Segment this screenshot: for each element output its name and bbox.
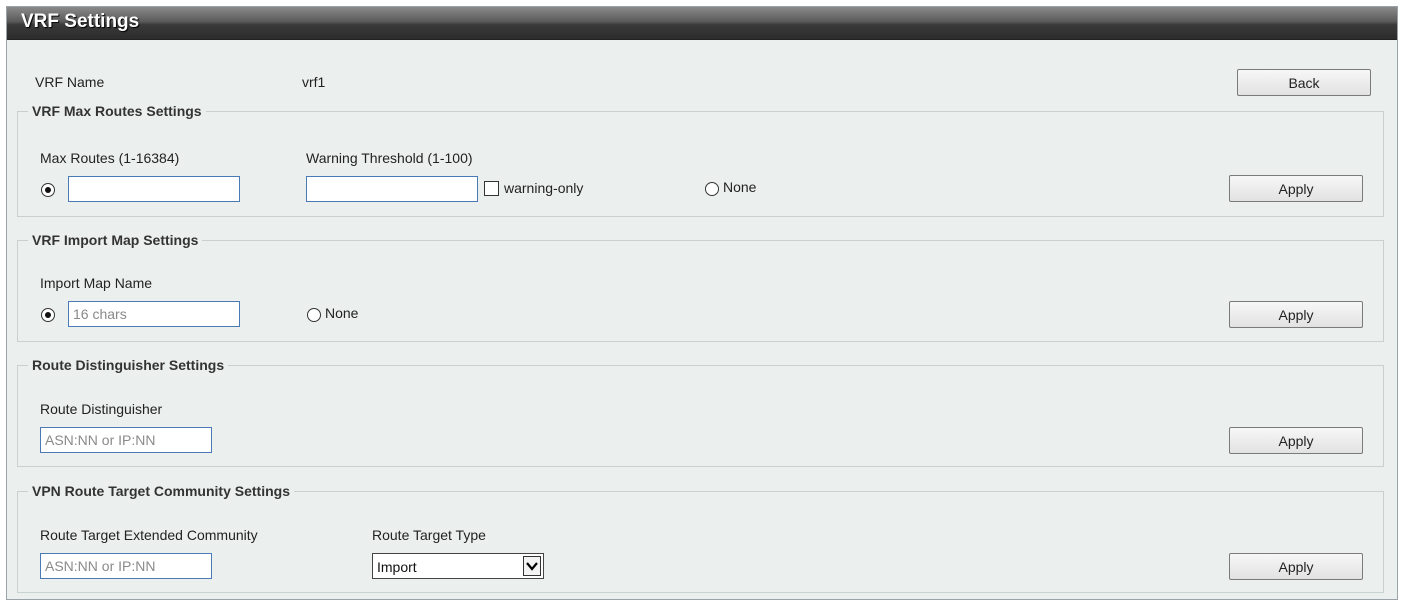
title-bar: VRF Settings — [7, 7, 1397, 40]
warning-threshold-label: Warning Threshold (1-100) — [306, 150, 473, 166]
import-map-name-input[interactable] — [68, 301, 240, 327]
max-routes-none-radio[interactable] — [705, 182, 719, 196]
import-map-legend: VRF Import Map Settings — [32, 232, 199, 248]
route-distinguisher-apply-button[interactable]: Apply — [1229, 427, 1363, 454]
page-title: VRF Settings — [21, 11, 140, 32]
max-routes-legend: VRF Max Routes Settings — [32, 103, 202, 119]
route-target-type-value: Import — [377, 559, 417, 575]
route-target-type-label: Route Target Type — [372, 527, 486, 543]
import-map-name-radio[interactable] — [41, 308, 55, 322]
back-button[interactable]: Back — [1237, 69, 1371, 96]
max-routes-none-label: None — [723, 179, 757, 195]
route-distinguisher-input[interactable] — [40, 427, 212, 453]
import-map-none-radio[interactable] — [307, 308, 321, 322]
warning-threshold-input[interactable] — [306, 176, 478, 202]
route-target-community-label: Route Target Extended Community — [40, 527, 258, 543]
max-routes-radio[interactable] — [41, 183, 55, 197]
route-distinguisher-legend: Route Distinguisher Settings — [32, 357, 225, 373]
import-map-none-label: None — [325, 305, 359, 321]
warning-only-checkbox[interactable] — [484, 181, 499, 196]
route-target-community-input[interactable] — [40, 553, 212, 579]
warning-only-label: warning-only — [504, 180, 584, 196]
route-target-legend: VPN Route Target Community Settings — [32, 483, 290, 499]
chevron-down-icon[interactable] — [523, 556, 541, 576]
max-routes-input[interactable] — [68, 176, 240, 202]
route-target-apply-button[interactable]: Apply — [1229, 553, 1363, 580]
max-routes-label: Max Routes (1-16384) — [40, 150, 180, 166]
import-map-apply-button[interactable]: Apply — [1229, 301, 1363, 328]
route-distinguisher-group: Route Distinguisher Settings — [17, 357, 1384, 467]
vrf-name-value: vrf1 — [302, 74, 326, 90]
route-target-type-select[interactable]: Import — [372, 553, 544, 579]
import-map-name-label: Import Map Name — [40, 275, 153, 291]
vrf-name-label: VRF Name — [35, 74, 105, 90]
max-routes-apply-button[interactable]: Apply — [1229, 175, 1363, 202]
route-distinguisher-label: Route Distinguisher — [40, 401, 163, 417]
vrf-settings-panel: VRF Settings VRF Name vrf1 Back VRF Max … — [6, 6, 1398, 600]
